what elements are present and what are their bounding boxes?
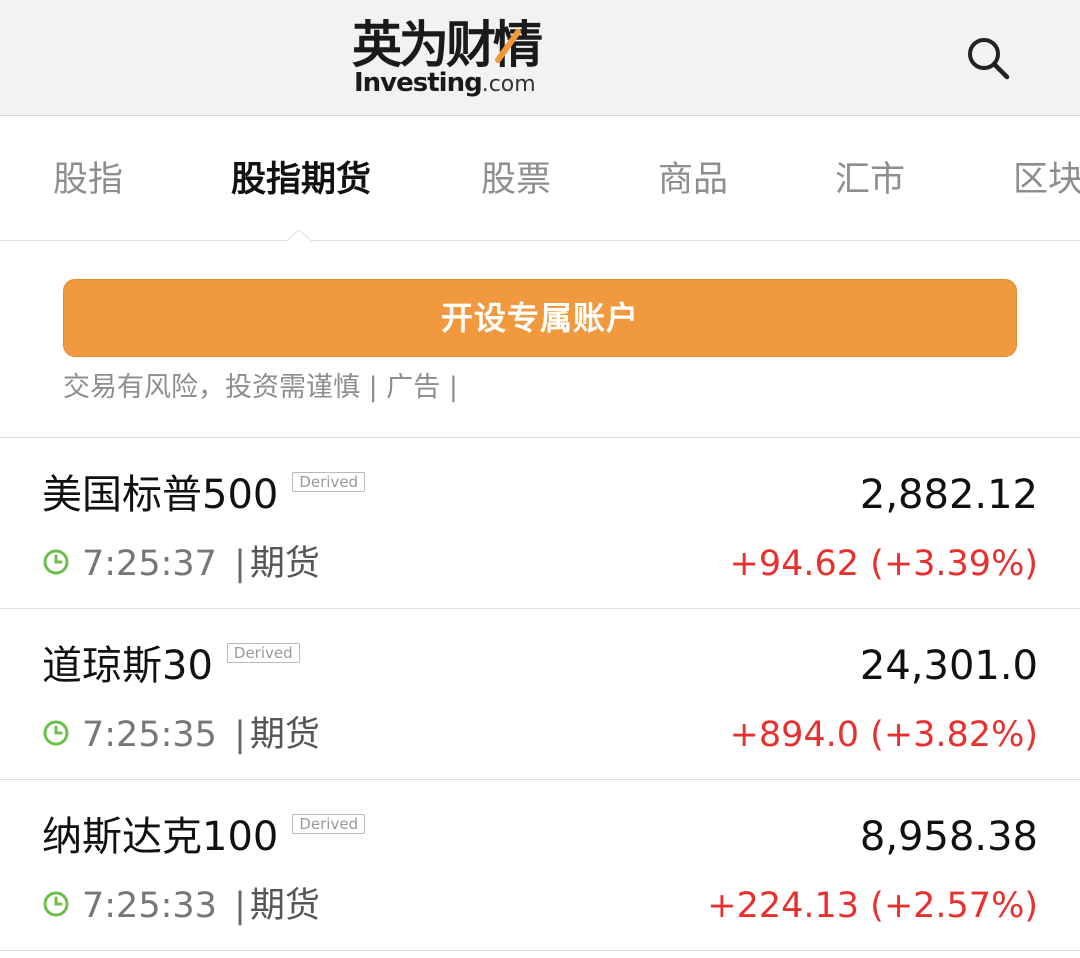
tab-stocks[interactable]: 股票 xyxy=(481,158,551,202)
tab-forex[interactable]: 汇市 xyxy=(835,158,905,202)
quote-price: 2,882.12 xyxy=(859,472,1038,518)
quote-time-group: 7:25:35 | 期货 xyxy=(42,711,320,759)
quote-type: 期货 xyxy=(249,715,320,755)
quote-name-group: 道琼斯30 Derived xyxy=(42,639,300,693)
derived-badge: Derived xyxy=(226,643,300,663)
tab-indices[interactable]: 股指 xyxy=(53,158,123,202)
tab-index-futures[interactable]: 股指期货 xyxy=(231,158,371,202)
clock-icon xyxy=(43,720,69,746)
search-icon[interactable] xyxy=(962,32,1014,84)
quote-row[interactable]: 道琼斯30 Derived 24,301.0 7:25:35 | 期货 +894.0… xyxy=(0,609,1080,780)
tab-commodities[interactable]: 商品 xyxy=(658,158,728,202)
logo-wordmark: Investing.com xyxy=(354,68,536,101)
quote-row[interactable]: 美国标普500 Derived 2,882.12 7:25:37 | 期货 +94.… xyxy=(0,438,1080,609)
quote-change: +94.62 (+3.39%) xyxy=(729,544,1038,584)
quote-time-group: 7:25:37 | 期货 xyxy=(42,540,320,588)
quote-type: 期货 xyxy=(249,544,320,584)
quote-time: 7:25:37 xyxy=(82,544,217,584)
derived-badge: Derived xyxy=(292,472,366,492)
quote-time: 7:25:35 xyxy=(82,715,217,755)
clock-icon xyxy=(43,549,69,575)
quote-list: 美国标普500 Derived 2,882.12 7:25:37 | 期货 +94.… xyxy=(0,437,1080,951)
quote-time: 7:25:33 xyxy=(82,886,217,926)
quote-price: 24,301.0 xyxy=(859,643,1038,689)
quote-time-group: 7:25:33 | 期货 xyxy=(42,882,320,930)
quote-row[interactable]: 纳斯达克100 Derived 8,958.38 7:25:33 | 期货 +224… xyxy=(0,780,1080,951)
logo-domain-text: .com xyxy=(481,72,536,97)
logo-brand-text: Investing xyxy=(354,68,483,98)
quote-name: 纳斯达克100 xyxy=(42,814,279,860)
app-header: 英为财情 Investing.com xyxy=(0,0,1080,116)
quote-change: +894.0 (+3.82%) xyxy=(729,715,1038,755)
separator: | xyxy=(234,544,246,584)
clock-icon xyxy=(43,891,69,917)
investing-logo[interactable]: 英为财情 Investing.com xyxy=(352,16,582,100)
risk-disclaimer: 交易有风险，投资需谨慎 | 广告 | xyxy=(63,372,458,403)
separator: | xyxy=(234,715,246,755)
category-tabs: 股指 股指期货 股票 商品 汇市 区块 xyxy=(0,116,1080,241)
quote-name: 道琼斯30 xyxy=(42,643,213,689)
quote-name-group: 美国标普500 Derived xyxy=(42,468,366,522)
derived-badge: Derived xyxy=(292,814,366,834)
active-tab-pointer xyxy=(285,229,313,243)
quote-price: 8,958.38 xyxy=(859,814,1038,860)
tab-blockchain[interactable]: 区块 xyxy=(1013,158,1080,202)
logo-accent-mark xyxy=(495,29,521,63)
open-account-button[interactable]: 开设专属账户 xyxy=(63,279,1017,357)
separator: | xyxy=(234,886,246,926)
quote-name: 美国标普500 xyxy=(42,472,279,518)
quote-name-group: 纳斯达克100 Derived xyxy=(42,810,366,864)
quote-type: 期货 xyxy=(249,886,320,926)
quote-change: +224.13 (+2.57%) xyxy=(707,886,1038,926)
